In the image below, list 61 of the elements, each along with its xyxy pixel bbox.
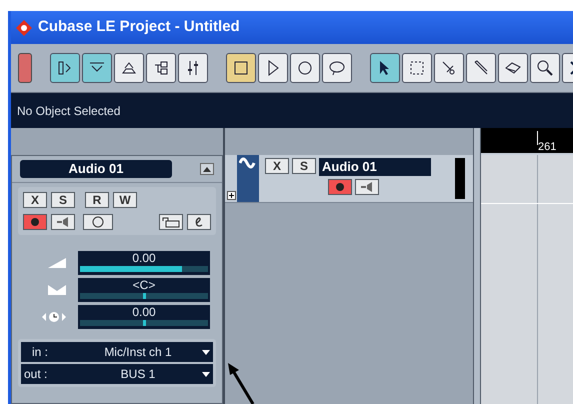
range-tool[interactable]: [402, 53, 432, 83]
track-name-field[interactable]: Audio 01: [20, 160, 172, 178]
pointer-tool[interactable]: [370, 53, 400, 83]
lock-icon: [162, 216, 180, 228]
mute-button[interactable]: X: [265, 158, 289, 174]
delay-icon: [42, 311, 66, 323]
audio-track-icon: [239, 157, 257, 171]
e-glyph-icon: [194, 216, 204, 228]
solo-button[interactable]: S: [51, 192, 75, 208]
info-line: No Object Selected: [17, 102, 120, 120]
level-meter: [455, 158, 465, 199]
caret-icon: [202, 350, 210, 354]
ruler-marker: 261: [538, 140, 556, 155]
pencil-tool[interactable]: [466, 53, 496, 83]
search-icon: [535, 58, 555, 78]
pan-control[interactable]: <C>: [78, 278, 210, 302]
lock-button[interactable]: [159, 214, 183, 230]
track-name-field[interactable]: Audio 01: [319, 158, 431, 176]
output-routing-dropdown[interactable]: out : BUS 1: [21, 364, 213, 384]
monitor-button[interactable]: [355, 179, 379, 195]
app-logo-icon: [15, 18, 33, 36]
write-button[interactable]: W: [113, 192, 137, 208]
circle-icon: [92, 216, 104, 228]
speaker-icon: [360, 182, 374, 192]
record-enable-button[interactable]: [328, 179, 352, 195]
solo-button[interactable]: S: [292, 158, 316, 174]
mute-button[interactable]: X: [23, 192, 47, 208]
infoline-toggle[interactable]: [82, 53, 112, 83]
split-tool[interactable]: [434, 53, 464, 83]
edit-button[interactable]: [187, 214, 211, 230]
mixer-button[interactable]: [178, 53, 208, 83]
volume-fader[interactable]: 0.00: [78, 251, 210, 275]
eraser-tool[interactable]: [498, 53, 528, 83]
delay-control[interactable]: 0.00: [78, 305, 210, 329]
speaker-icon: [56, 217, 70, 227]
caret-icon: [202, 372, 210, 376]
monitor-button[interactable]: [51, 214, 75, 230]
window-title: Cubase LE Project - Untitled: [38, 17, 240, 38]
record-dot-icon: [335, 182, 345, 192]
auto-button[interactable]: [83, 214, 113, 230]
record-dot-icon: [30, 217, 40, 227]
pan-icon: [48, 285, 66, 295]
annotation-arrow: [226, 362, 256, 404]
overview-toggle[interactable]: [114, 53, 144, 83]
zoom-tool[interactable]: [530, 53, 560, 83]
inspector-toggle[interactable]: [50, 53, 80, 83]
play-button[interactable]: [258, 53, 288, 83]
pool-button[interactable]: [146, 53, 176, 83]
track-header[interactable]: X S Audio 01: [225, 155, 473, 203]
stop-button[interactable]: [226, 53, 256, 83]
expand-plus-icon[interactable]: [227, 191, 236, 200]
expand-icon[interactable]: [200, 163, 214, 175]
cycle-button[interactable]: [322, 53, 352, 83]
record-enable-button[interactable]: [23, 214, 47, 230]
activate-button[interactable]: [18, 53, 32, 83]
read-button[interactable]: R: [85, 192, 109, 208]
record-button[interactable]: [290, 53, 320, 83]
triangle-icon: [203, 166, 211, 172]
splitter[interactable]: [473, 128, 481, 404]
input-routing-dropdown[interactable]: in : Mic/Inst ch 1: [21, 342, 213, 362]
volume-icon: [48, 258, 66, 268]
